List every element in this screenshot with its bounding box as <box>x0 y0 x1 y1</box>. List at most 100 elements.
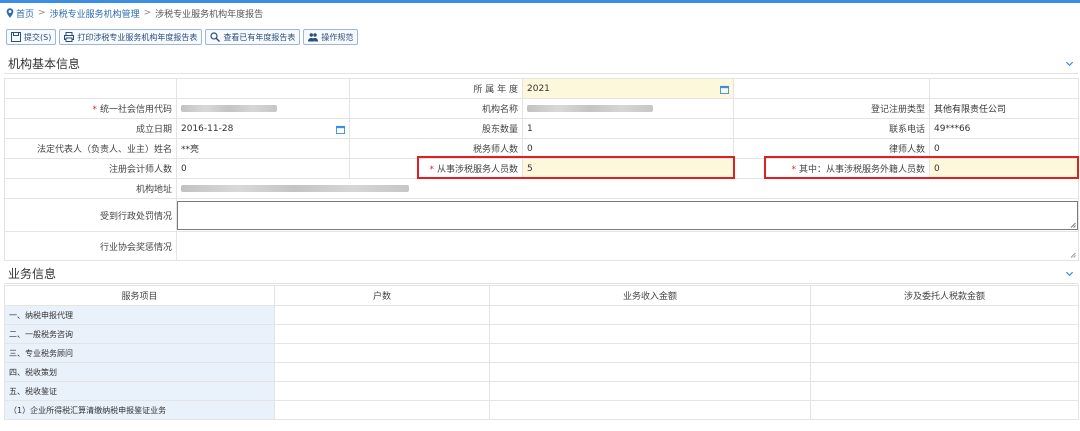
households-input[interactable] <box>274 324 490 344</box>
breadcrumb-home-link[interactable]: 首页 <box>16 7 34 20</box>
client-tax-input[interactable] <box>810 400 1079 420</box>
submit-button[interactable]: 提交(S) <box>6 29 57 45</box>
households-input[interactable] <box>274 362 490 382</box>
service-item-cell: 一、纳税申报代理 <box>4 305 275 325</box>
basic-info-section-title: 机构基本信息 <box>8 57 81 71</box>
cpas-label: 注册会计师人数 <box>4 158 177 179</box>
address-row: 机构地址 <box>4 178 1079 199</box>
table-row: 四、税收策划 <box>4 362 1079 382</box>
penalty-label: 受到行政处罚情况 <box>4 198 177 232</box>
org-name-label: 机构名称 <box>349 98 523 119</box>
calendar-icon[interactable] <box>720 85 729 94</box>
operation-guide-button[interactable]: 操作规范 <box>303 29 359 45</box>
required-marker: * <box>92 105 97 115</box>
credit-code-label: * 统一社会信用代码 <box>4 98 177 119</box>
chevron-down-icon[interactable] <box>1062 57 1076 71</box>
cpas-field[interactable]: 0 <box>176 158 350 179</box>
established-label: 成立日期 <box>4 118 177 139</box>
redacted-text <box>181 184 409 192</box>
year-label: 所 属 年 度 <box>349 78 523 99</box>
client-tax-input[interactable] <box>810 362 1079 382</box>
households-input[interactable] <box>274 343 490 363</box>
award-label: 行业协会奖惩情况 <box>4 231 177 261</box>
revenue-input[interactable] <box>489 343 811 363</box>
shareholders-field[interactable]: 1 <box>522 118 734 139</box>
breadcrumb-separator: > <box>38 8 46 18</box>
credit-code-row: * 统一社会信用代码 机构名称 登记注册类型 其他有限责任公司 <box>4 98 1079 119</box>
tax-agents-label: 税务师人数 <box>349 138 523 159</box>
users-icon <box>308 33 319 42</box>
table-row: 五、税收鉴证 <box>4 381 1079 401</box>
resize-grip-icon[interactable] <box>1070 222 1076 228</box>
required-marker: * <box>791 165 796 175</box>
award-row: 行业协会奖惩情况 <box>4 231 1079 261</box>
redacted-text <box>527 104 653 112</box>
column-header-client-tax: 涉及委托人税款金额 <box>810 285 1079 306</box>
service-item-cell: 五、税收鉴证 <box>4 381 275 401</box>
revenue-input[interactable] <box>489 400 811 420</box>
tax-agents-field[interactable]: 0 <box>522 138 734 159</box>
reg-type-value: 其他有限责任公司 <box>929 98 1079 119</box>
phone-value: 49***66 <box>929 118 1079 139</box>
calendar-icon[interactable] <box>336 125 345 134</box>
view-reports-button[interactable]: 查看已有年度报告表 <box>205 29 301 45</box>
households-input[interactable] <box>274 381 490 401</box>
submit-button-label: 提交(S) <box>24 32 52 42</box>
client-tax-input[interactable] <box>810 324 1079 344</box>
resize-grip-icon[interactable] <box>1070 252 1076 258</box>
established-field[interactable]: 2016-11-28 <box>176 118 350 139</box>
print-report-button-label: 打印涉税专业服务机构年度报告表 <box>77 32 198 42</box>
location-pin-icon <box>6 8 14 18</box>
table-row: 二、一般税务咨询 <box>4 324 1079 344</box>
view-reports-button-label: 查看已有年度报告表 <box>223 32 296 42</box>
legal-rep-value: **亮 <box>176 138 350 159</box>
table-row: 一、纳税申报代理 <box>4 305 1079 325</box>
address-value <box>176 178 1079 199</box>
table-row: （1）企业所得税汇算清缴纳税申报鉴证业务 <box>4 400 1079 420</box>
save-icon <box>11 32 21 42</box>
revenue-input[interactable] <box>489 305 811 325</box>
table-row: 三、专业税务顾问 <box>4 343 1079 363</box>
staff-row: 注册会计师人数 0 * 从事涉税服务人员数 5 * 其中：从事涉税服务外籍人员数 0 <box>4 158 1079 179</box>
households-input[interactable] <box>274 400 490 420</box>
column-header-service-item: 服务项目 <box>4 285 275 306</box>
award-textarea[interactable] <box>176 231 1079 261</box>
foreign-staff-field[interactable]: 0 <box>929 158 1079 179</box>
address-label: 机构地址 <box>4 178 177 199</box>
basic-info-section-header[interactable]: 机构基本信息 <box>4 54 1078 74</box>
client-tax-input[interactable] <box>810 381 1079 401</box>
revenue-input[interactable] <box>489 381 811 401</box>
households-input[interactable] <box>274 305 490 325</box>
staff-field[interactable]: 5 <box>522 158 734 179</box>
revenue-input[interactable] <box>489 324 811 344</box>
client-tax-input[interactable] <box>810 305 1079 325</box>
service-item-cell: 二、一般税务咨询 <box>4 324 275 344</box>
year-field[interactable]: 2021 <box>522 78 734 99</box>
penalty-textarea[interactable] <box>177 200 1078 230</box>
printer-icon <box>64 32 75 42</box>
credit-code-value <box>176 98 350 119</box>
breadcrumb: 首页 > 涉税专业服务机构管理 > 涉税专业服务机构年度报告 <box>6 6 263 20</box>
established-row: 成立日期 2016-11-28 股东数量 1 联系电话 49***66 <box>4 118 1079 139</box>
column-header-revenue: 业务收入金额 <box>489 285 811 306</box>
service-item-cell: 四、税收策划 <box>4 362 275 382</box>
year-row: 所 属 年 度 2021 <box>4 78 1079 99</box>
redacted-text <box>181 104 277 112</box>
penalty-row: 受到行政处罚情况 <box>4 198 1079 232</box>
operation-guide-button-label: 操作规范 <box>321 32 354 42</box>
search-icon <box>210 32 221 42</box>
chevron-down-icon[interactable] <box>1062 267 1076 281</box>
client-tax-input[interactable] <box>810 343 1079 363</box>
basic-info-table: 所 属 年 度 2021 * 统一社会信用代码 机构名称 登记注册类型 其他有限责… <box>4 78 1079 261</box>
year-value: 2021 <box>527 83 550 94</box>
print-report-button[interactable]: 打印涉税专业服务机构年度报告表 <box>59 29 203 45</box>
top-accent-line <box>0 0 1080 3</box>
breadcrumb-tax-agency-management-link[interactable]: 涉税专业服务机构管理 <box>50 7 140 20</box>
toolbar: 提交(S) 打印涉税专业服务机构年度报告表 查看已有年度报告表 操作规范 <box>6 29 359 45</box>
revenue-input[interactable] <box>489 362 811 382</box>
lawyers-label: 律师人数 <box>733 138 930 159</box>
lawyers-field[interactable]: 0 <box>929 138 1079 159</box>
foreign-staff-label: * 其中：从事涉税服务外籍人员数 <box>733 158 930 179</box>
business-info-section-header[interactable]: 业务信息 <box>4 264 1078 284</box>
legal-rep-row: 法定代表人（负责人、业主）姓名 **亮 税务师人数 0 律师人数 0 <box>4 138 1079 159</box>
